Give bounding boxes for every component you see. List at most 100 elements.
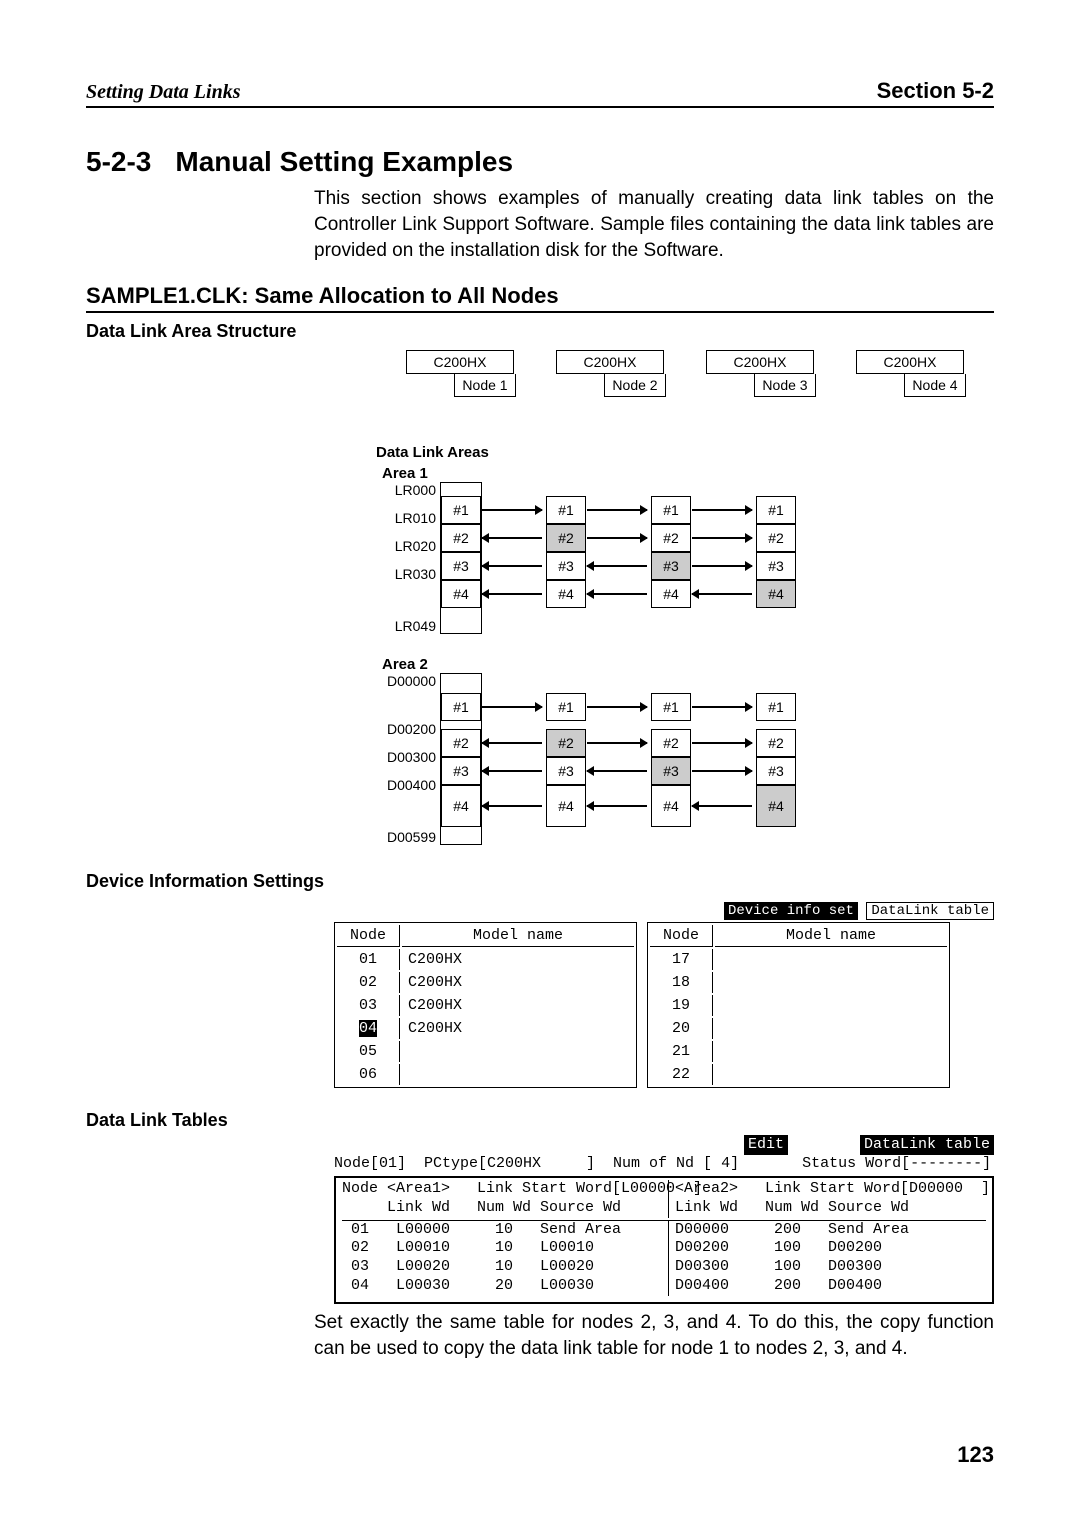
section-heading: 5-2-3 Manual Setting Examples [86,146,994,178]
area1-label: Area 1 [382,465,994,482]
dev-node: 06 [337,1064,400,1085]
cell: #3 [756,757,796,785]
intro-paragraph: This section shows examples of manually … [314,186,994,265]
arrow-left-icon [692,593,752,595]
cell: #4 [756,580,796,608]
tab-datalink: DataLink table [860,1135,994,1156]
cell: #4 [651,785,691,827]
node-model: C200HX [856,350,964,374]
dev-model [715,1041,947,1062]
dev-node: 05 [337,1041,400,1062]
dlt-row-b: D00200 100 D00200 [675,1239,882,1258]
arrow-right-icon [587,706,647,708]
dlt-row-a: 01 L00000 10 Send Area [342,1221,662,1240]
cell: #3 [546,552,586,580]
cell: #3 [546,757,586,785]
arrow-right-icon [587,509,647,511]
cell: #1 [651,496,691,524]
header-left: Setting Data Links [86,81,240,104]
dev-model [715,995,947,1016]
arrow-left-icon [587,593,647,595]
node-diagram: C200HX Node 1 C200HX Node 2 C200HX Node … [386,350,994,420]
node-model: C200HX [556,350,664,374]
arrow-left-icon [482,565,542,567]
node-label: Node 3 [754,374,816,397]
cell: #2 [756,729,796,757]
cell: #2 [441,729,481,757]
dev-node: 02 [337,972,400,993]
arrow-left-icon [482,742,542,744]
cell: #1 [756,693,796,721]
node-label: Node 1 [454,374,516,397]
arrow-left-icon [482,593,542,595]
addr: LR049 [395,618,436,634]
cell: #4 [756,785,796,827]
addr: LR030 [395,566,436,582]
addr: D00200 [387,721,436,737]
arrow-right-icon [587,537,647,539]
tab-edit: Edit [744,1135,788,1156]
arrow-right-icon [692,742,752,744]
section-number: 5-2-3 [86,146,151,178]
dlt-hdr-b: <Area2> Link Start Word[D00000 ] [675,1180,990,1199]
cell: #2 [546,729,586,757]
device-table-left: NodeModel name 01C200HX02C200HX03C200HX0… [334,922,637,1088]
arrow-right-icon [692,706,752,708]
dev-node: 01 [337,949,400,970]
structure-heading: Data Link Area Structure [86,321,994,342]
addr: LR000 [395,482,436,498]
page-number: 123 [957,1442,994,1468]
data-link-areas-heading: Data Link Areas [376,444,994,461]
cell: #1 [441,496,481,524]
dev-model [402,1041,634,1062]
arrow-right-icon [692,537,752,539]
arrow-left-icon [482,770,542,772]
col-node: Node [650,925,713,947]
dlt-row-b: D00400 200 D00400 [675,1277,882,1296]
cell: #3 [651,757,691,785]
arrow-left-icon [692,805,752,807]
addr: LR010 [395,510,436,526]
sample-heading: SAMPLE1.CLK: Same Allocation to All Node… [86,283,994,313]
cell: #4 [546,785,586,827]
device-info-heading: Device Information Settings [86,871,994,892]
dlt-table: Node <Area1> Link Start Word[L00000 ] <A… [334,1176,994,1304]
cell: #2 [756,524,796,552]
dev-model: C200HX [402,972,634,993]
dev-node: 22 [650,1064,713,1085]
arrow-right-icon [692,565,752,567]
dev-node: 04 [337,1018,400,1039]
tab-datalink-table: DataLink table [866,902,994,920]
dlt-row-b: D00000 200 Send Area [675,1221,909,1240]
addr: D00000 [387,673,436,689]
cell: #1 [651,693,691,721]
arrow-right-icon [692,509,752,511]
cell: #2 [651,729,691,757]
cell: #3 [441,552,481,580]
dev-node: 17 [650,949,713,970]
dev-node: 03 [337,995,400,1016]
cell: #3 [756,552,796,580]
node-label: Node 4 [904,374,966,397]
addr: D00599 [387,829,436,845]
dlt-row-a: 03 L00020 10 L00020 [342,1258,662,1277]
cell: #2 [441,524,481,552]
dlt-hdr-a2: Link Wd Num Wd Source Wd [342,1199,662,1218]
cell: #2 [546,524,586,552]
cell: #1 [756,496,796,524]
arrow-left-icon [587,770,647,772]
tab-device-info: Device info set [724,902,858,920]
dev-node: 21 [650,1041,713,1062]
dev-model: C200HX [402,995,634,1016]
section-title: Manual Setting Examples [175,146,513,177]
dev-node: 19 [650,995,713,1016]
page-header: Setting Data Links Section 5-2 [86,78,994,108]
dev-model [715,1064,947,1085]
arrow-left-icon [482,805,542,807]
arrow-left-icon [587,805,647,807]
dlt-row-a: 02 L00010 10 L00010 [342,1239,662,1258]
addr: D00400 [387,777,436,793]
cell: #1 [546,693,586,721]
dlt-row-a: 04 L00030 20 L00030 [342,1277,662,1296]
node-model: C200HX [406,350,514,374]
